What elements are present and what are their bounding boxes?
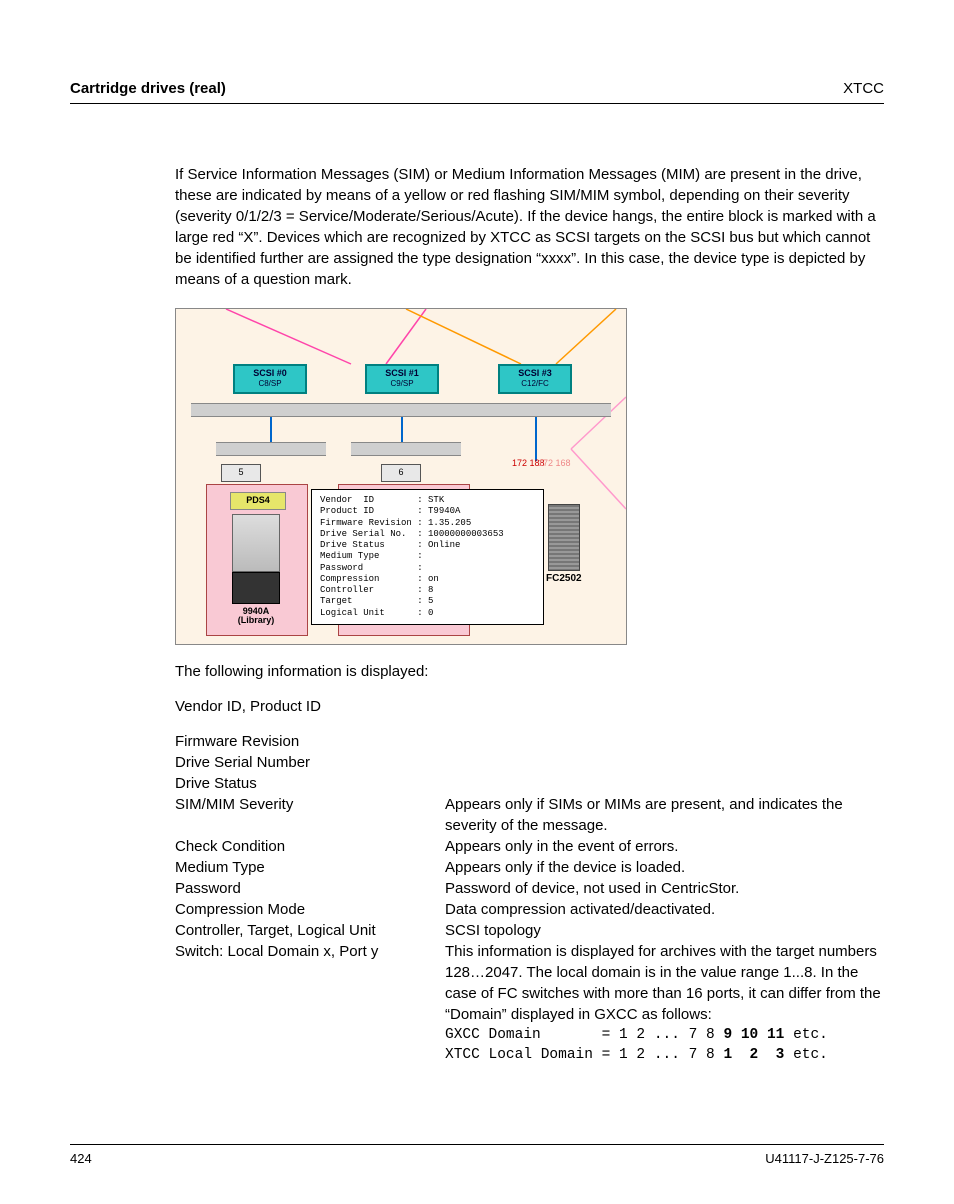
scsi-title: SCSI #3 (500, 368, 570, 379)
bus-bar-seg-2 (351, 442, 461, 456)
node-5-label: 5 (238, 467, 243, 477)
header-app-name: XTCC (843, 80, 884, 97)
drive-icon (232, 514, 280, 572)
info-field-desc: Password of device, not used in CentricS… (445, 878, 884, 899)
info-field-desc: SCSI topology (445, 920, 884, 941)
info-field-label: Switch: Local Domain x, Port y (175, 941, 445, 1025)
page-header: Cartridge drives (real) XTCC (70, 80, 884, 104)
info-row: Firmware Revision (175, 731, 884, 752)
info-field-desc: Appears only if the device is loaded. (445, 857, 884, 878)
info-row: Medium TypeAppears only if the device is… (175, 857, 884, 878)
info-row: Drive Status (175, 773, 884, 794)
header-section-title: Cartridge drives (real) (70, 80, 226, 97)
scsi-title: SCSI #0 (235, 368, 305, 379)
info-field-label: Medium Type (175, 857, 445, 878)
info-field-label: Compression Mode (175, 899, 445, 920)
intro-paragraph: If Service Information Messages (SIM) or… (175, 164, 884, 290)
pds-label: PDS4 (230, 492, 286, 510)
info-field-label: Firmware Revision (175, 731, 445, 752)
scsi-sub: C9/SP (367, 379, 437, 389)
gxcc-domain-line: GXCC Domain = 1 2 ... 7 8 9 10 11 etc. (445, 1025, 884, 1045)
info-field-label: Drive Status (175, 773, 445, 794)
info-field-label: SIM/MIM Severity (175, 794, 445, 836)
displayed-info-heading: The following information is displayed: (175, 661, 884, 682)
info-row: Check ConditionAppears only in the event… (175, 836, 884, 857)
info-row: Compression ModeData compression activat… (175, 899, 884, 920)
info-field-desc (445, 752, 884, 773)
info-field-table: Firmware RevisionDrive Serial NumberDriv… (175, 731, 884, 1025)
node-5: 5 (221, 464, 261, 482)
info-field-label: Controller, Target, Logical Unit (175, 920, 445, 941)
tape-drive-icon (232, 572, 280, 604)
info-field-desc: This information is displayed for archiv… (445, 941, 884, 1025)
info-field-desc (445, 731, 884, 752)
scsi-sub: C12/FC (500, 379, 570, 389)
info-row: SIM/MIM SeverityAppears only if SIMs or … (175, 794, 884, 836)
info-row: Controller, Target, Logical UnitSCSI top… (175, 920, 884, 941)
page-footer: 424 U41117-J-Z125-7-76 (70, 1144, 884, 1166)
scsi-box-0: SCSI #0 C8/SP (233, 364, 307, 394)
info-field-label: Drive Serial Number (175, 752, 445, 773)
scsi-sub: C8/SP (235, 379, 305, 389)
info-row: Switch: Local Domain x, Port yThis infor… (175, 941, 884, 1025)
document-id: U41117-J-Z125-7-76 (765, 1151, 884, 1166)
drive-model-label: 9940A (Library) (226, 607, 286, 626)
node-6-label: 6 (398, 467, 403, 477)
info-row: PasswordPassword of device, not used in … (175, 878, 884, 899)
tooltip-content: Vendor ID : STK Product ID : T9940A Firm… (320, 495, 504, 618)
info-row: Drive Serial Number (175, 752, 884, 773)
drive-info-tooltip: Vendor ID : STK Product ID : T9940A Firm… (311, 489, 544, 625)
ip-label-2: 172 168 (538, 459, 571, 467)
rack-icon (548, 504, 580, 571)
info-field-desc: Appears only in the event of errors. (445, 836, 884, 857)
scsi-box-1: SCSI #1 C9/SP (365, 364, 439, 394)
info-field-label: Password (175, 878, 445, 899)
xtcc-local-domain-line: XTCC Local Domain = 1 2 ... 7 8 1 2 3 et… (445, 1045, 884, 1065)
vendor-product-line: Vendor ID, Product ID (175, 696, 884, 717)
scsi-topology-figure: SCSI #0 C8/SP SCSI #1 C9/SP SCSI #3 C12/… (175, 308, 627, 645)
fc-switch-label: FC2502 (546, 573, 582, 584)
bus-bar-upper (191, 403, 611, 417)
info-field-desc: Data compression activated/deactivated. (445, 899, 884, 920)
info-field-desc: Appears only if SIMs or MIMs are present… (445, 794, 884, 836)
node-6: 6 (381, 464, 421, 482)
info-field-desc (445, 773, 884, 794)
scsi-title: SCSI #1 (367, 368, 437, 379)
page-number: 424 (70, 1151, 92, 1166)
scsi-box-3: SCSI #3 C12/FC (498, 364, 572, 394)
info-field-label: Check Condition (175, 836, 445, 857)
bus-bar-seg-1 (216, 442, 326, 456)
